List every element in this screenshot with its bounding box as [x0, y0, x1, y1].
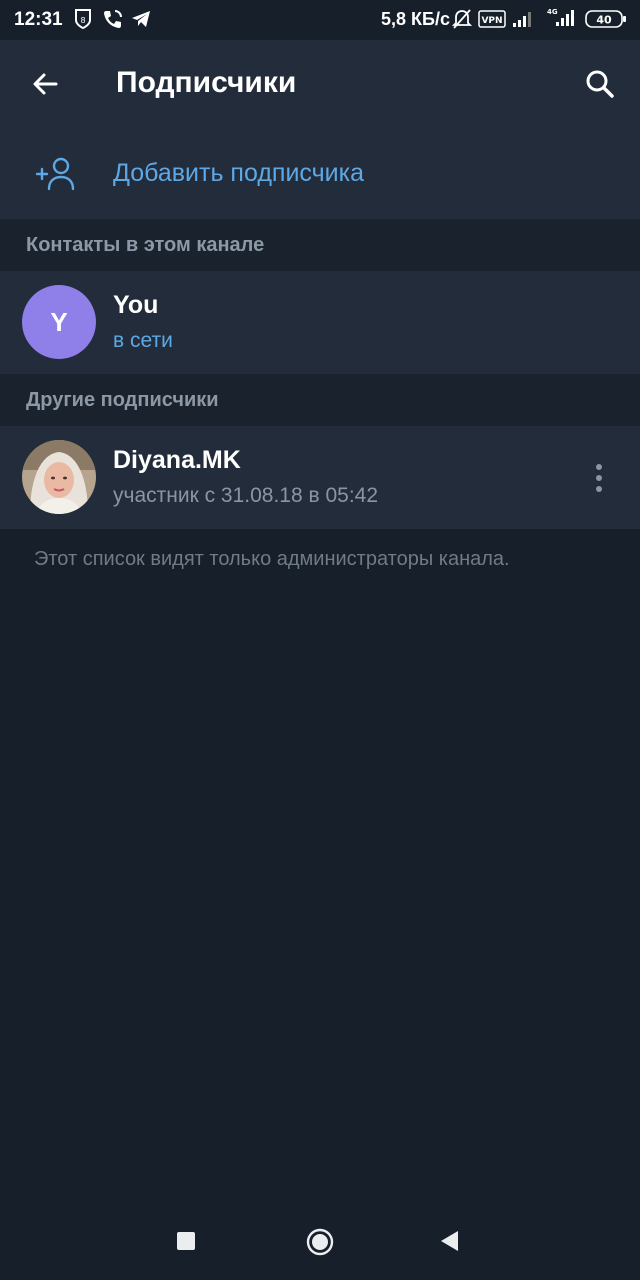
svg-text:VPN: VPN	[481, 16, 502, 26]
back-button[interactable]	[24, 62, 68, 106]
search-icon	[586, 70, 614, 98]
vpn-badge: VPN	[478, 10, 506, 33]
network-speed: 5,8 КБ/с	[381, 9, 450, 29]
add-user-icon	[35, 157, 75, 191]
back-nav-button[interactable]	[438, 1229, 462, 1258]
signal-4g-icon: 4G	[546, 6, 578, 33]
section-header-contacts: Контакты в этом канале	[0, 219, 640, 271]
add-subscriber-button[interactable]: Добавить подписчика	[0, 128, 640, 219]
mute-bell-icon	[451, 8, 473, 35]
subscribers-screen: 12:31 8 5,8 КБ/с VPN 4G 40 Подписчики До…	[0, 0, 640, 1280]
shield-notification-icon: 8	[74, 8, 92, 35]
member-more-button[interactable]	[584, 458, 614, 498]
wifi-call-icon	[102, 8, 124, 35]
section-header-others: Другие подписчики	[0, 374, 640, 426]
svg-text:8: 8	[80, 16, 85, 25]
app-toolbar: Подписчики	[0, 40, 640, 128]
telegram-notification-icon	[130, 8, 152, 35]
svg-text:4G: 4G	[547, 8, 558, 16]
member-name: You	[113, 291, 159, 319]
avatar-photo	[22, 440, 96, 514]
member-status: в сети	[113, 329, 173, 352]
signal-icon-1	[512, 10, 534, 33]
page-title: Подписчики	[116, 66, 297, 99]
system-nav-bar	[0, 1200, 640, 1280]
status-bar: 12:31 8 5,8 КБ/с VPN 4G 40	[0, 0, 640, 40]
member-name: Diyana.MK	[113, 446, 241, 474]
home-button[interactable]	[304, 1226, 336, 1263]
battery-icon: 40	[585, 10, 627, 33]
admin-only-note: Этот список видят только администраторы …	[34, 548, 510, 570]
avatar: Y	[22, 285, 96, 359]
avatar-letter: Y	[50, 306, 68, 337]
add-subscriber-label: Добавить подписчика	[113, 159, 365, 187]
section-header-label: Контакты в этом канале	[26, 234, 265, 256]
member-row-you[interactable]: Y You в сети	[0, 271, 640, 374]
status-time: 12:31	[14, 9, 63, 30]
home-icon	[306, 1228, 334, 1256]
back-arrow-icon	[33, 73, 58, 95]
more-vert-icon	[596, 464, 602, 492]
svg-text:40: 40	[596, 14, 612, 27]
section-header-label: Другие подписчики	[26, 389, 219, 411]
member-row-diyana[interactable]: Diyana.MK участник с 31.08.18 в 05:42	[0, 426, 640, 529]
back-nav-icon	[441, 1231, 458, 1251]
recent-apps-icon	[177, 1232, 195, 1250]
search-button[interactable]	[578, 62, 622, 106]
member-status: участник с 31.08.18 в 05:42	[113, 484, 379, 507]
recent-apps-button[interactable]	[174, 1229, 198, 1258]
